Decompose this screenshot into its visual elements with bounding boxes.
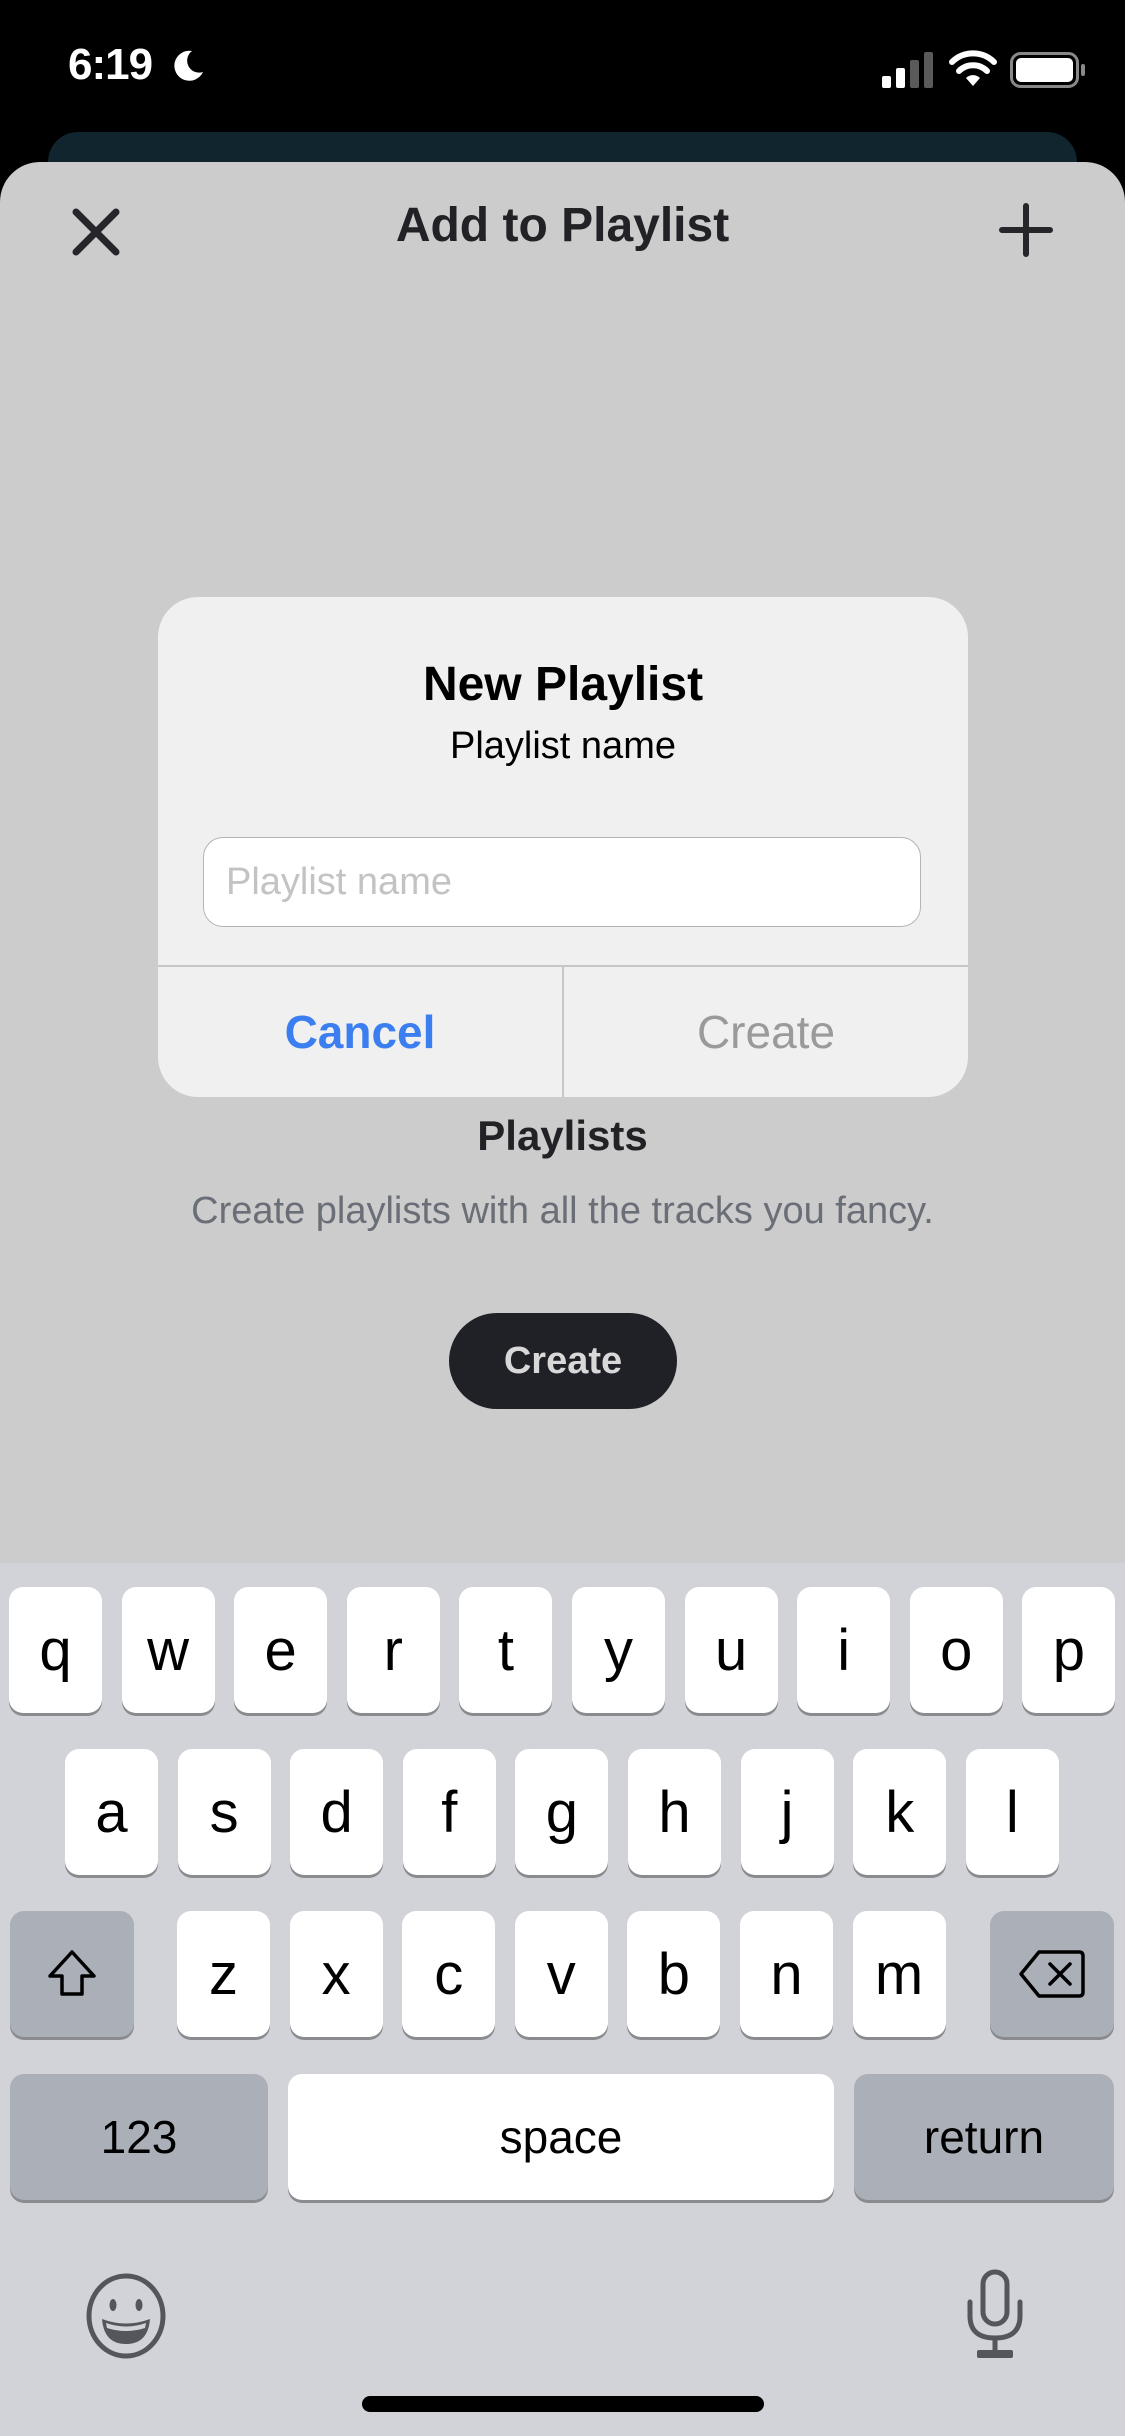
key-t[interactable]: t	[459, 1587, 553, 1713]
key-l[interactable]: l	[965, 1749, 1059, 1875]
key-d[interactable]: d	[290, 1749, 384, 1875]
home-indicator	[362, 2396, 764, 2412]
key-h[interactable]: h	[628, 1749, 721, 1875]
create-playlist-button[interactable]: Create	[449, 1313, 677, 1409]
return-key[interactable]: return	[854, 2074, 1114, 2200]
key-u[interactable]: u	[684, 1587, 778, 1713]
key-v[interactable]: v	[514, 1911, 608, 2037]
numbers-key[interactable]: 123	[10, 2074, 268, 2200]
status-bar: 6:19	[0, 0, 1125, 130]
moon-icon	[174, 50, 203, 81]
alert-title: New Playlist	[422, 658, 704, 711]
key-m[interactable]: m	[852, 1911, 946, 2037]
delete-key[interactable]	[990, 1911, 1114, 2037]
backspace-icon	[1019, 1950, 1085, 1998]
key-s[interactable]: s	[177, 1749, 271, 1875]
key-x[interactable]: x	[289, 1911, 383, 2037]
shift-icon	[48, 1950, 96, 1996]
key-i[interactable]: i	[797, 1587, 891, 1713]
status-time: 6:19	[68, 40, 153, 89]
key-j[interactable]: j	[740, 1749, 834, 1875]
key-g[interactable]: g	[515, 1749, 609, 1875]
key-w[interactable]: w	[121, 1587, 215, 1713]
key-o[interactable]: o	[909, 1587, 1003, 1713]
shift-key[interactable]	[10, 1911, 134, 2037]
key-a[interactable]: a	[65, 1749, 158, 1875]
key-z[interactable]: z	[177, 1911, 270, 2037]
microphone-icon[interactable]	[960, 2268, 1030, 2364]
new-playlist-alert: New Playlist Playlist name Cancel Create	[158, 597, 968, 1097]
playlist-name-input[interactable]	[203, 837, 921, 927]
wifi-icon	[949, 50, 997, 86]
emoji-icon[interactable]	[82, 2272, 170, 2360]
key-n[interactable]: n	[740, 1911, 833, 2037]
key-c[interactable]: c	[402, 1911, 496, 2037]
battery-icon	[1010, 52, 1085, 88]
cellular-signal-icon	[882, 52, 933, 88]
alert-message: Playlist name	[450, 725, 676, 767]
key-k[interactable]: k	[853, 1749, 947, 1875]
key-y[interactable]: y	[572, 1587, 665, 1713]
sheet-title: Add to Playlist	[395, 199, 730, 252]
key-p[interactable]: p	[1022, 1587, 1116, 1713]
key-e[interactable]: e	[234, 1587, 328, 1713]
create-button[interactable]: Create	[564, 967, 968, 1097]
plus-icon[interactable]	[996, 200, 1056, 260]
space-key[interactable]: space	[288, 2074, 834, 2200]
key-b[interactable]: b	[627, 1911, 721, 2037]
empty-state-description: Create playlists with all the tracks you…	[191, 1190, 934, 1232]
key-f[interactable]: f	[402, 1749, 496, 1875]
key-q[interactable]: q	[9, 1587, 102, 1713]
cancel-button[interactable]: Cancel	[158, 967, 562, 1097]
empty-state-title: Playlists	[477, 1112, 648, 1159]
key-r[interactable]: r	[346, 1587, 440, 1713]
